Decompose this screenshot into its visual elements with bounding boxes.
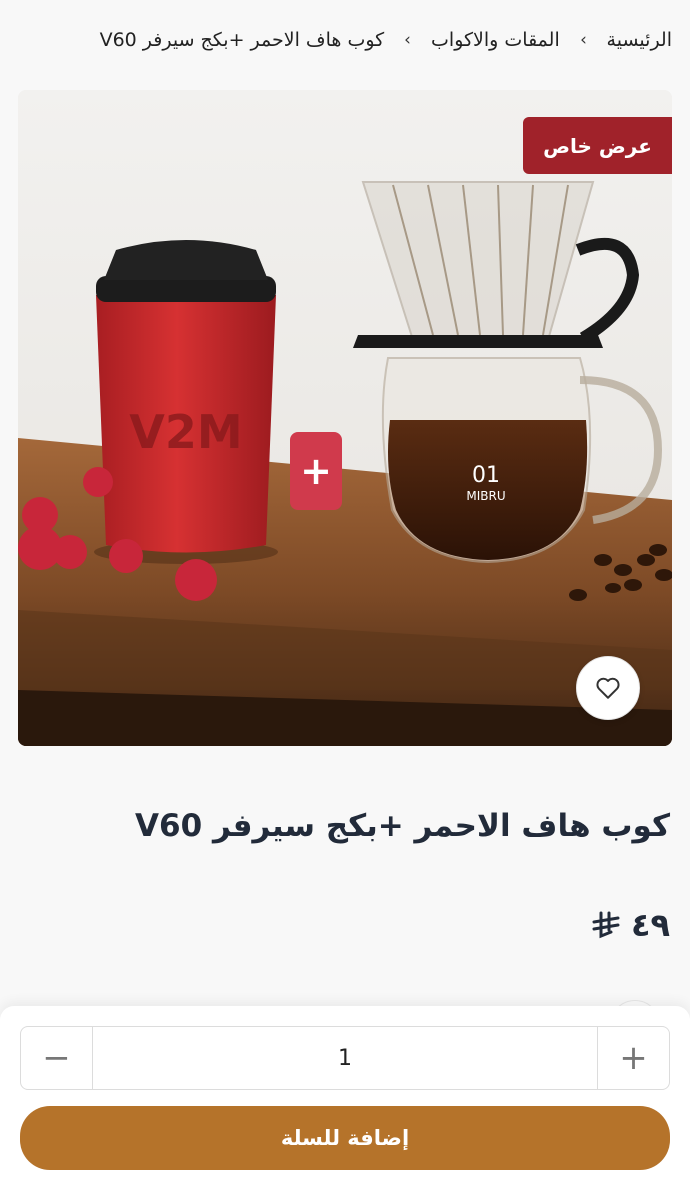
- quantity-stepper: − 1 +: [20, 1026, 670, 1090]
- breadcrumb-category[interactable]: المقات والاكواب: [431, 29, 560, 51]
- cart-bar: − 1 + إضافة للسلة: [0, 1006, 690, 1200]
- heart-icon: [596, 677, 620, 699]
- increase-quantity-button[interactable]: +: [597, 1027, 669, 1089]
- chevron-icon: ‹: [404, 30, 412, 50]
- server-label-number: 01: [472, 463, 500, 488]
- bundle-plus-badge: +: [290, 432, 342, 510]
- product-photo: V2M 01 MIBRU: [18, 90, 672, 746]
- product-image[interactable]: V2M 01 MIBRU عرض خاص +: [18, 90, 672, 746]
- breadcrumb-home[interactable]: الرئيسية: [607, 29, 672, 51]
- special-offer-badge: عرض خاص: [523, 117, 672, 174]
- breadcrumb-current: كوب هاف الاحمر +بكج سيرفر V60: [99, 29, 385, 51]
- decrease-quantity-button[interactable]: −: [21, 1027, 93, 1089]
- price-value: ٤٩: [630, 906, 670, 944]
- favorite-button[interactable]: [576, 656, 640, 720]
- server-label-brand: MIBRU: [466, 489, 505, 503]
- breadcrumb: الرئيسية ‹ المقات والاكواب ‹ كوب هاف الا…: [18, 22, 672, 58]
- riyal-icon: [592, 911, 620, 939]
- product-page: الرئيسية ‹ المقات والاكواب ‹ كوب هاف الا…: [0, 0, 690, 1200]
- add-to-cart-button[interactable]: إضافة للسلة: [20, 1106, 670, 1170]
- quantity-input[interactable]: 1: [93, 1027, 597, 1089]
- cup-brand-logo: V2M: [129, 405, 242, 459]
- product-price: ٤٩: [591, 906, 670, 944]
- chevron-icon: ‹: [579, 30, 587, 50]
- product-title: كوب هاف الاحمر +بكج سيرفر V60: [135, 808, 670, 844]
